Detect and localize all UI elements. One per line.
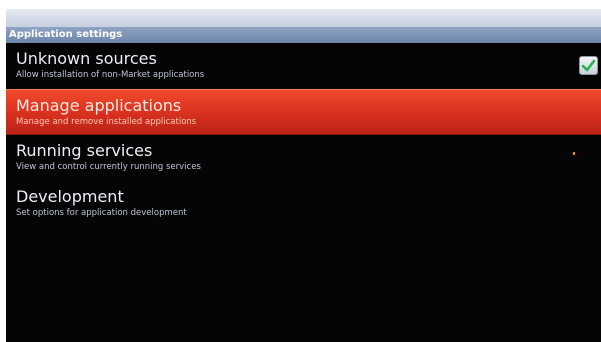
setting-subtitle: Allow installation of non-Market applica… xyxy=(16,70,205,80)
device-frame: Application settings Unknown sources All… xyxy=(0,0,601,342)
check-icon xyxy=(581,59,596,72)
unknown-sources-checkbox[interactable] xyxy=(579,56,598,75)
screen: Application settings Unknown sources All… xyxy=(6,9,601,342)
setting-unknown-sources[interactable]: Unknown sources Allow installation of no… xyxy=(6,43,601,89)
setting-running-services[interactable]: Running services View and control curren… xyxy=(6,135,601,181)
page-title: Application settings xyxy=(6,27,601,43)
status-bar xyxy=(6,9,601,27)
setting-title: Development xyxy=(16,187,124,206)
setting-title: Manage applications xyxy=(16,96,182,115)
setting-subtitle: Set options for application development xyxy=(16,208,187,218)
scroll-indicator xyxy=(573,152,575,155)
setting-title: Unknown sources xyxy=(16,49,157,68)
setting-title: Running services xyxy=(16,141,153,160)
setting-development[interactable]: Development Set options for application … xyxy=(6,181,601,227)
settings-list: Unknown sources Allow installation of no… xyxy=(6,43,601,227)
setting-manage-applications[interactable]: Manage applications Manage and remove in… xyxy=(6,89,601,135)
setting-subtitle: Manage and remove installed applications xyxy=(16,117,197,127)
setting-subtitle: View and control currently running servi… xyxy=(16,162,201,172)
